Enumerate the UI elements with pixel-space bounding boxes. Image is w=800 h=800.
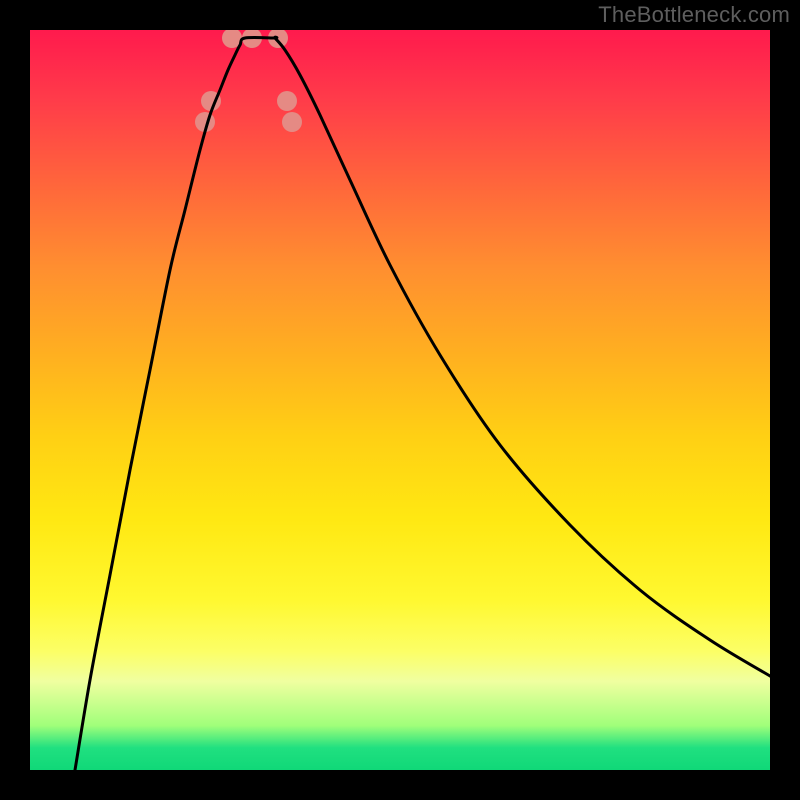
right-dot-lower [277, 91, 297, 111]
marker-layer [195, 30, 302, 132]
right-dot-upper [282, 112, 302, 132]
attribution-label: TheBottleneck.com [598, 2, 790, 28]
bottleneck-curve [75, 37, 770, 770]
plot-area [30, 30, 770, 770]
curve-svg [30, 30, 770, 770]
outer-frame: TheBottleneck.com [0, 0, 800, 800]
curve-layer [75, 37, 770, 770]
